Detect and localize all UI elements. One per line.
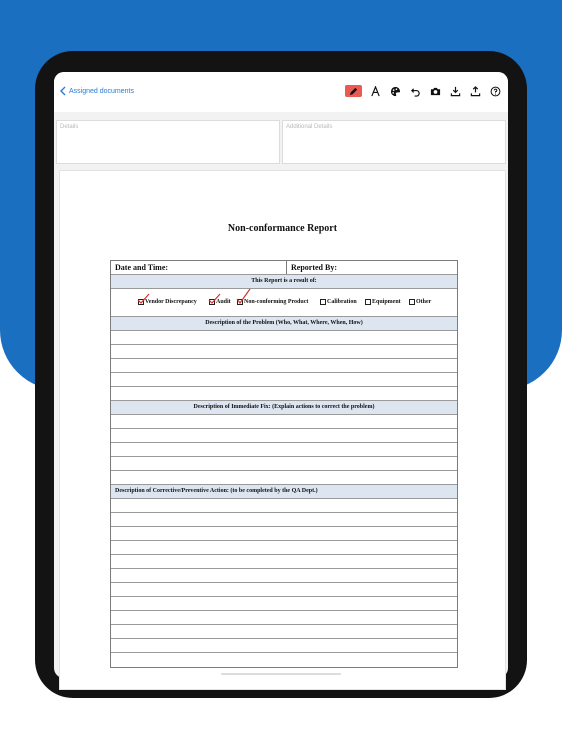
option-label: Equipment: [372, 299, 401, 305]
corrective-action-line[interactable]: [111, 625, 457, 639]
problem-line[interactable]: [111, 373, 457, 387]
option-label: Non-conforming Product: [244, 299, 309, 305]
checkbox: [320, 299, 326, 305]
details-placeholder: Details: [60, 124, 79, 130]
download-icon: [450, 86, 460, 96]
additional-details-field[interactable]: Additional Details: [282, 120, 506, 164]
text-tool-button[interactable]: [368, 84, 382, 98]
additional-details-placeholder: Additional Details: [286, 124, 333, 130]
report-source-options: Vendor Discrepancy Audit Non-conforming …: [111, 288, 457, 317]
camera-button[interactable]: [428, 84, 442, 98]
option-label: Vendor Discrepancy: [145, 299, 197, 305]
palette-icon: [390, 86, 400, 96]
help-icon: [490, 86, 500, 96]
document-title: Non-conformance Report: [227, 223, 338, 234]
corrective-action-line[interactable]: [111, 569, 457, 583]
option-label: Calibration: [327, 299, 357, 305]
immediate-fix-header: Description of Immediate Fix: (Explain a…: [111, 401, 457, 415]
immediate-fix-line[interactable]: [111, 415, 457, 429]
upload-icon: [470, 85, 480, 96]
corrective-action-line[interactable]: [111, 499, 457, 513]
checkbox: [365, 299, 371, 305]
problem-line[interactable]: [111, 387, 457, 401]
option-other[interactable]: Other: [409, 299, 431, 305]
red-check-mark-icon: [208, 293, 221, 304]
palette-button[interactable]: [388, 84, 402, 98]
immediate-fix-line[interactable]: [111, 457, 457, 471]
home-indicator: [221, 673, 341, 675]
corrective-action-header: Description of Corrective/Preventive Act…: [111, 485, 457, 499]
tool-group: [345, 84, 502, 98]
problem-description-header: Description of the Problem (Who, What, W…: [111, 317, 457, 331]
camera-icon: [430, 87, 440, 95]
option-calibration[interactable]: Calibration: [320, 299, 357, 305]
date-time-label: Date and Time:: [111, 261, 287, 274]
immediate-fix-line[interactable]: [111, 429, 457, 443]
corrective-action-line[interactable]: [111, 541, 457, 555]
reported-by-label: Reported By:: [291, 263, 337, 272]
red-check-mark-icon: [137, 293, 150, 304]
help-button[interactable]: [488, 84, 502, 98]
immediate-fix-line[interactable]: [111, 443, 457, 457]
corrective-action-line[interactable]: [111, 583, 457, 597]
back-label: Assigned documents: [69, 87, 134, 95]
upload-button[interactable]: [468, 84, 482, 98]
problem-line[interactable]: [111, 345, 457, 359]
date-reporter-row: Date and Time: Reported By:: [111, 261, 457, 275]
top-toolbar: Assigned documents: [54, 72, 508, 112]
undo-icon: [410, 87, 420, 97]
option-label: Other: [416, 299, 432, 305]
pencil-tool-button[interactable]: [345, 85, 362, 97]
corrective-action-line[interactable]: [111, 611, 457, 625]
problem-line[interactable]: [111, 359, 457, 373]
immediate-fix-line[interactable]: [111, 471, 457, 485]
result-of-header: This Report is a result of:: [111, 275, 457, 289]
pencil-icon: [349, 87, 358, 95]
detail-fields: Details Additional Details: [54, 120, 508, 166]
red-check-mark-icon: [236, 288, 251, 305]
problem-line[interactable]: [111, 331, 457, 345]
chevron-left-icon: [60, 86, 66, 96]
corrective-action-line[interactable]: [111, 527, 457, 541]
text-icon: [370, 85, 380, 96]
checkbox: [409, 299, 415, 305]
report-form: Date and Time: Reported By: This Report …: [110, 260, 458, 668]
undo-button[interactable]: [408, 84, 422, 98]
option-equipment[interactable]: Equipment: [365, 299, 401, 305]
corrective-action-line[interactable]: [111, 555, 457, 569]
details-field[interactable]: Details: [56, 120, 280, 164]
back-button[interactable]: Assigned documents: [59, 86, 134, 96]
corrective-action-line[interactable]: [111, 653, 457, 667]
corrective-action-line[interactable]: [111, 597, 457, 611]
download-button[interactable]: [448, 84, 462, 98]
corrective-action-line[interactable]: [111, 639, 457, 653]
corrective-action-line[interactable]: [111, 513, 457, 527]
document-page[interactable]: Non-conformance Report Date and Time: Re…: [59, 170, 506, 690]
